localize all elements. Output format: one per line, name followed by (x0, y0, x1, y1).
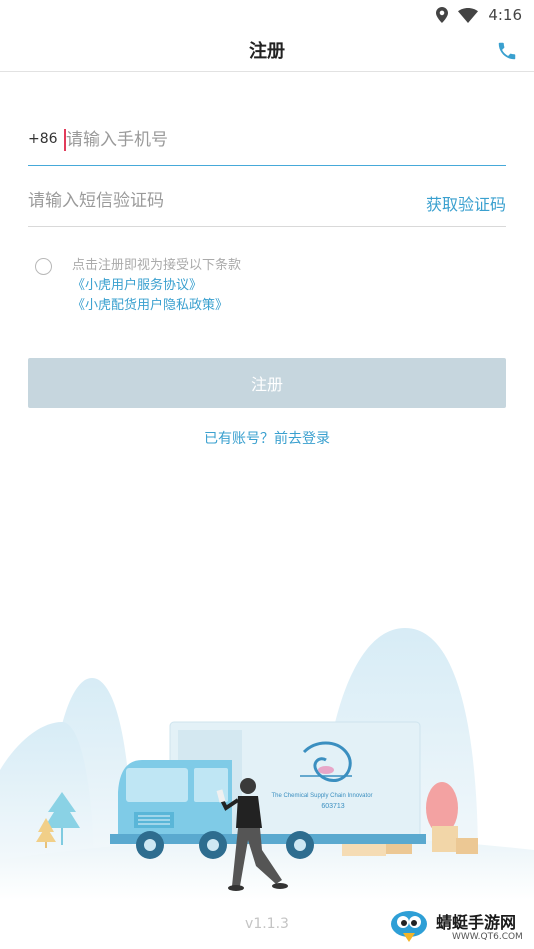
delivery-truck-illustration: The Chemical Supply Chain Innovator 6037… (0, 628, 534, 900)
watermark: 蜻蜓手游网 WWW.QT6.COM (386, 906, 526, 946)
privacy-policy-link[interactable]: 《小虎配货用户隐私政策》 (72, 296, 241, 316)
sms-code-input[interactable] (28, 184, 358, 218)
phone-input[interactable] (66, 123, 466, 157)
truck-slogan: The Chemical Supply Chain Innovator (271, 793, 372, 799)
register-button[interactable]: 注册 (28, 358, 506, 408)
status-time: 4:16 (488, 6, 522, 24)
page-title: 注册 (249, 41, 285, 62)
app-bar: 注册 (0, 30, 534, 72)
country-code-prefix[interactable]: +86 (28, 131, 58, 147)
truck-code: 603713 (321, 803, 344, 810)
sms-code-field: 获取验证码 (28, 176, 506, 227)
watermark-url: WWW.QT6.COM (452, 932, 523, 942)
user-agreement-link[interactable]: 《小虎用户服务协议》 (72, 276, 241, 296)
agree-radio[interactable] (35, 258, 52, 275)
get-code-button[interactable]: 获取验证码 (426, 191, 506, 215)
agreement-intro: 点击注册即视为接受以下条款 (72, 258, 242, 273)
phone-icon[interactable] (496, 40, 518, 62)
login-link[interactable]: 已有账号？前去登录 (0, 428, 534, 448)
location-icon (436, 7, 449, 23)
status-bar: 4:16 (0, 0, 534, 30)
watermark-brand: 蜻蜓手游网 (436, 913, 517, 932)
dragonfly-logo-icon (391, 911, 427, 942)
agreement-text: 点击注册即视为接受以下条款 《小虎用户服务协议》 《小虎配货用户隐私政策》 (72, 256, 241, 316)
wifi-icon (458, 7, 479, 23)
phone-field: +86 (28, 115, 506, 166)
